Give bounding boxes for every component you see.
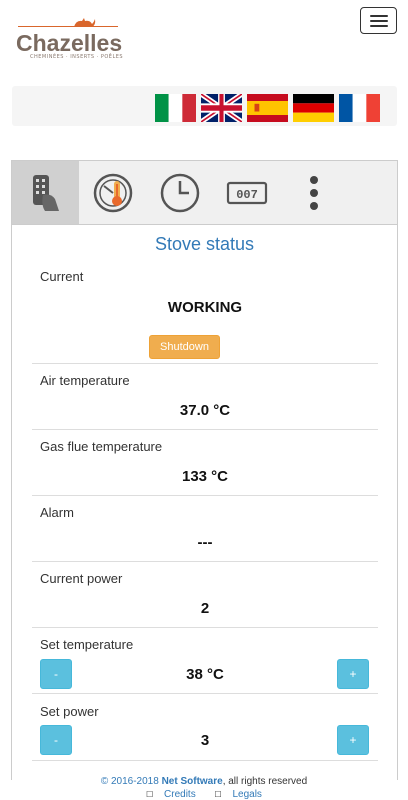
- status-row-air-temperature: Air temperature 37.0 °C: [32, 364, 378, 430]
- footer-links: ☐ Credits ☐ Legals: [0, 788, 408, 800]
- set-temperature-increase-button[interactable]: +: [337, 659, 369, 689]
- alarm-value: ---: [197, 534, 213, 551]
- clock-icon: [160, 173, 199, 212]
- footer: © 2016-2018 Net Software, all rights res…: [0, 775, 408, 800]
- menu-toggle-button[interactable]: [360, 7, 397, 34]
- set-temperature-label: Set temperature: [40, 637, 134, 652]
- air-temperature-label: Air temperature: [40, 373, 130, 388]
- tab-temperature[interactable]: [79, 161, 146, 224]
- flag-uk-icon[interactable]: [201, 94, 242, 122]
- status-row-set-power: Set power 3 - +: [32, 694, 378, 761]
- credits-label: Credits: [164, 789, 196, 800]
- navbar: Chazelles CHEMINÉES · INSERTS · POÊLES: [0, 0, 408, 66]
- logo-line: [18, 26, 118, 27]
- copyright-suffix: , all rights reserved: [222, 776, 308, 787]
- set-power-label: Set power: [40, 704, 99, 719]
- set-temperature-value: 38 °C: [186, 666, 224, 683]
- copyright: © 2016-2018 Net Software, all rights res…: [0, 775, 408, 788]
- hamburger-icon: [370, 20, 388, 22]
- tab-remote[interactable]: [12, 161, 79, 224]
- more-vertical-icon: [309, 175, 318, 210]
- flag-france-icon[interactable]: [339, 94, 380, 122]
- alarm-label: Alarm: [40, 505, 74, 520]
- legals-link[interactable]: ☐ Legals: [211, 789, 266, 800]
- current-power-label: Current power: [40, 571, 123, 586]
- credits-link[interactable]: ☐ Credits: [142, 789, 200, 800]
- flag-germany-icon[interactable]: [293, 94, 334, 122]
- language-bar: [12, 86, 397, 126]
- page-title: Stove status: [154, 234, 255, 254]
- set-temperature-decrease-button[interactable]: -: [40, 659, 72, 689]
- current-power-value: 2: [200, 600, 210, 617]
- hamburger-icon: [370, 15, 388, 17]
- company-link[interactable]: Net Software: [162, 776, 223, 787]
- tab-bar: 007: [12, 161, 397, 225]
- tab-more[interactable]: [280, 161, 347, 224]
- legals-label: Legals: [232, 789, 262, 800]
- stove-panel: 007 Stove status Current WORKING Shutdow…: [11, 160, 398, 780]
- display-counter-icon: 007: [226, 181, 267, 204]
- shutdown-button[interactable]: Shutdown: [149, 335, 220, 359]
- status-row-current-power: Current power 2: [32, 562, 378, 628]
- credits-icon: ☐: [146, 790, 154, 799]
- gas-flue-label: Gas flue temperature: [40, 439, 163, 454]
- status-row-set-temperature: Set temperature 38 °C - +: [32, 628, 378, 694]
- flag-italy-icon[interactable]: [155, 94, 196, 122]
- tab-schedule[interactable]: [146, 161, 213, 224]
- current-label: Current: [40, 269, 84, 284]
- copyright-prefix: © 2016-2018: [100, 776, 159, 787]
- brand-logo[interactable]: Chazelles CHEMINÉES · INSERTS · POÊLES: [16, 14, 126, 62]
- hamburger-icon: [370, 25, 388, 27]
- status-row-gas-flue: Gas flue temperature 133 °C: [32, 430, 378, 496]
- svg-text:007: 007: [236, 188, 258, 202]
- brand-tagline: CHEMINÉES · INSERTS · POÊLES: [30, 54, 124, 60]
- legals-icon: ☐: [214, 790, 222, 799]
- cat-logo-icon: [74, 18, 96, 27]
- tab-counters[interactable]: 007: [213, 161, 280, 224]
- set-power-increase-button[interactable]: +: [337, 725, 369, 755]
- gas-flue-value: 133 °C: [181, 468, 229, 485]
- thermometer-dial-icon: [93, 173, 132, 212]
- remote-control-icon: [32, 174, 59, 211]
- set-power-value: 3: [200, 732, 210, 749]
- status-row-alarm: Alarm ---: [32, 496, 378, 562]
- current-value: WORKING: [167, 299, 243, 316]
- air-temperature-value: 37.0 °C: [179, 402, 231, 419]
- flag-spain-icon[interactable]: [247, 94, 288, 122]
- set-power-decrease-button[interactable]: -: [40, 725, 72, 755]
